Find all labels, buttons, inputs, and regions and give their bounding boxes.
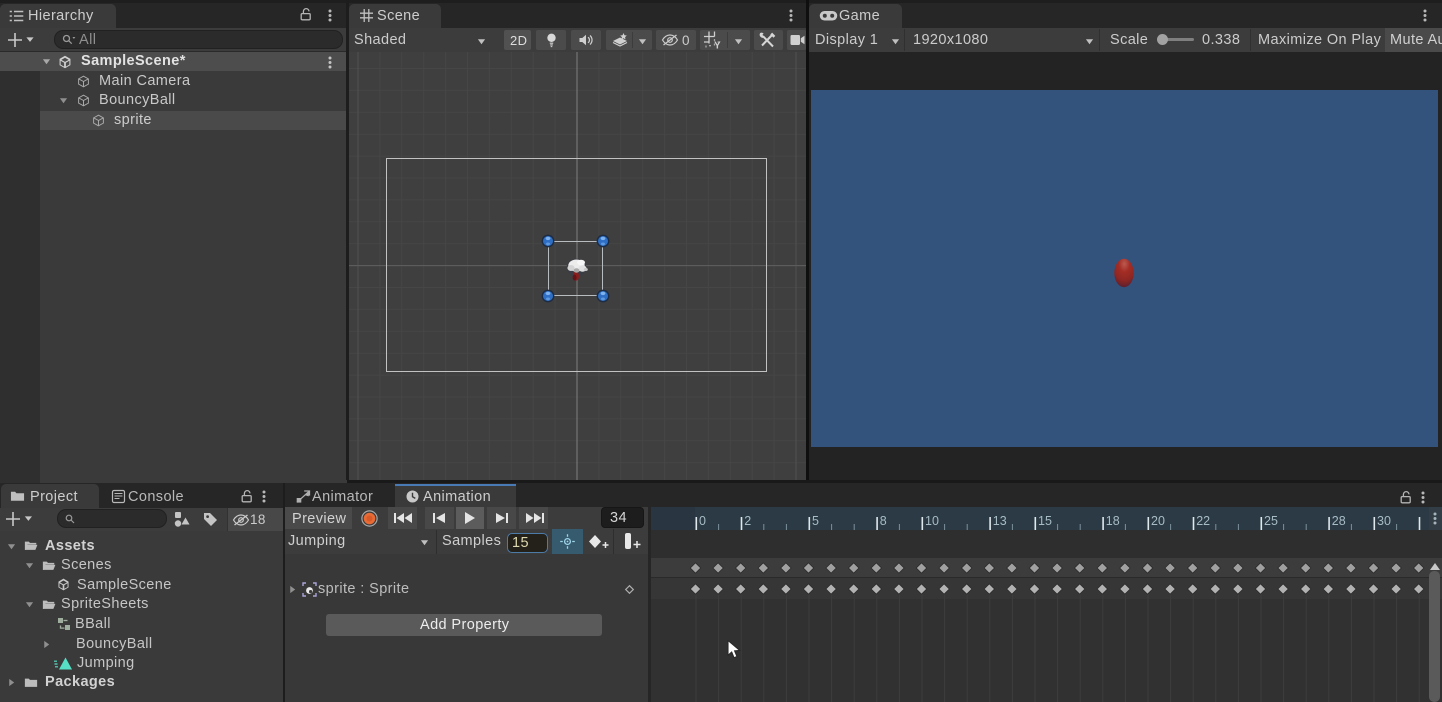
svg-text:0: 0 — [699, 514, 706, 528]
svg-text:2: 2 — [744, 514, 751, 528]
svg-text:Y: Y — [714, 41, 721, 52]
svg-text:20: 20 — [1151, 514, 1165, 528]
svg-text:18: 18 — [1106, 514, 1120, 528]
svg-text:15: 15 — [1038, 514, 1052, 528]
svg-text:10: 10 — [925, 514, 939, 528]
svg-text:30: 30 — [1377, 514, 1391, 528]
svg-text:13: 13 — [993, 514, 1007, 528]
svg-text:5: 5 — [812, 514, 819, 528]
svg-text:8: 8 — [880, 514, 887, 528]
svg-text:28: 28 — [1332, 514, 1346, 528]
svg-text:25: 25 — [1264, 514, 1278, 528]
svg-text:22: 22 — [1196, 514, 1210, 528]
